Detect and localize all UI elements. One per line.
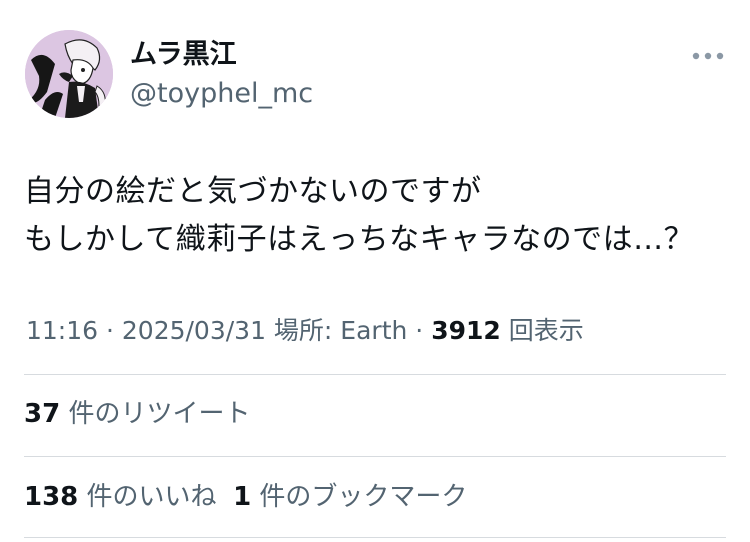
divider <box>24 537 726 538</box>
tweet-date[interactable]: 2025/03/31 <box>122 316 266 345</box>
likes-count: 138 <box>24 482 79 512</box>
views-count: 3912 <box>431 316 501 345</box>
tweet-location: 場所: Earth <box>265 316 408 345</box>
divider <box>24 456 726 457</box>
bookmarks-label: 件のブックマーク <box>251 482 468 512</box>
more-options-button[interactable] <box>688 44 728 68</box>
retweets-label: 件のリツイート <box>60 399 251 429</box>
retweets-stat[interactable]: 37 件のリツイート <box>24 399 250 429</box>
bookmarks-stat[interactable]: 1 件のブックマーク <box>233 482 467 512</box>
views-label: 回表示 <box>500 316 584 345</box>
meta-separator: · <box>407 316 432 345</box>
divider <box>24 374 726 375</box>
manga-character-avatar-icon <box>25 30 113 118</box>
meta-separator: · <box>98 316 122 345</box>
bookmarks-count: 1 <box>233 482 252 512</box>
likes-label: 件のいいね <box>78 482 217 512</box>
avatar[interactable] <box>25 30 113 118</box>
tweet-time[interactable]: 11:16 <box>26 316 98 345</box>
retweets-count: 37 <box>24 399 61 429</box>
likes-bookmarks-row: 138 件のいいね 1 件のブックマーク <box>24 480 467 514</box>
ellipsis-horizontal-icon <box>692 52 724 60</box>
likes-stat[interactable]: 138 件のいいね <box>24 482 217 512</box>
tweet-text: 自分の絵だと気づかないのですが もしかして織莉子はえっちなキャラなのでは…？ <box>24 174 695 257</box>
retweets-row: 37 件のリツイート <box>24 397 250 431</box>
tweet-meta: 11:16 · 2025/03/31 場所: Earth · 3912 回表示 <box>26 314 584 348</box>
display-name[interactable]: ムラ黒江 <box>130 38 237 72</box>
user-handle[interactable]: @toyphel_mc <box>130 77 313 111</box>
tweet-detail: ムラ黒江 @toyphel_mc 自分の絵だと気づかないのですが もしかして織莉… <box>0 0 750 542</box>
